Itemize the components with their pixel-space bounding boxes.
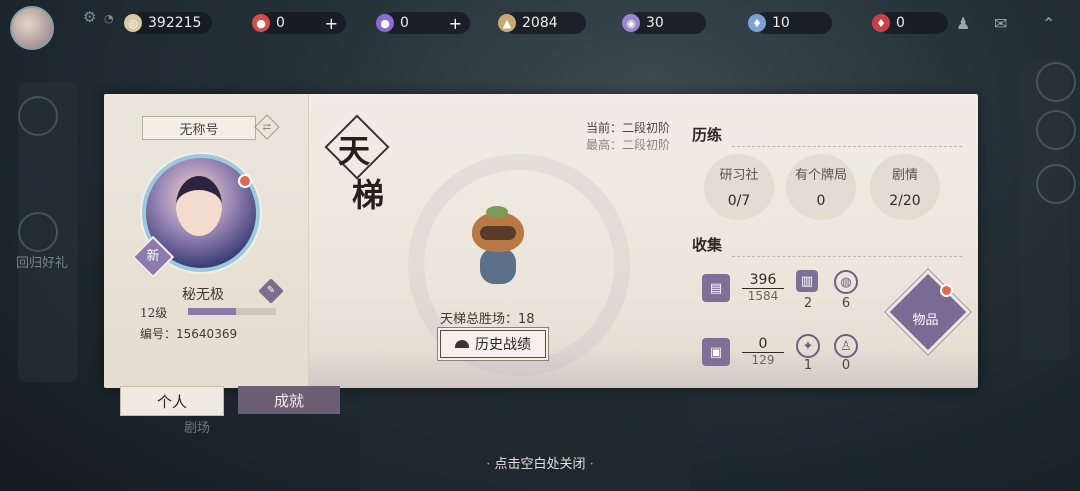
resource-value: 0 [896, 15, 905, 31]
stats-section: 历练 研习社 0/7 有个牌局 0 剧情 2/20 收集 ▤ 396 1584 … [678, 94, 978, 388]
ladder-logo: 天 梯 [324, 114, 390, 224]
background-return-icon [18, 212, 58, 252]
add-icon[interactable]: + [325, 14, 338, 33]
stamina-icon: ▲ [498, 14, 516, 32]
background-right-icon-3 [1036, 164, 1076, 204]
resource-jade: ◉ 30 [622, 12, 706, 34]
background-theater-label: 剧场 [184, 421, 211, 436]
history-record-button[interactable]: 历史战绩 [440, 330, 546, 358]
player-level: 12级 [140, 306, 168, 320]
resource-value: 0 [276, 15, 285, 31]
fan-icon [455, 340, 469, 348]
player-avatar[interactable] [10, 6, 54, 50]
history-record-label: 历史战绩 [475, 337, 531, 353]
close-hint[interactable]: · 点击空白处关闭 · [0, 453, 1080, 472]
background-return-label: 回归好礼 [16, 256, 69, 271]
resource-coin: ◎ 392215 [124, 12, 212, 34]
logo-char-2: 梯 [352, 176, 385, 214]
level-progress-bar [188, 308, 276, 315]
top-bar: ⚙ ◔ ◎ 392215 ● 0 + ● 0 + ▲ 2084 ◉ 30 ♦ 1… [0, 0, 1080, 50]
tab-achievement[interactable]: 成就 [238, 386, 340, 414]
resource-red-ticket: ♦ 0 [872, 12, 948, 34]
resource-purple-magatama: ● 0 + [376, 12, 470, 34]
profile-panel: 无称号 ⇄ 新 秘无极 ✎ 12级 编号：15640369 天 梯 当前：二段初… [104, 94, 978, 388]
mascot-body [480, 248, 516, 284]
title-plate[interactable]: 无称号 [142, 116, 256, 140]
ladder-section: 天 梯 当前：二段初阶 最高：二段初阶 天梯总胜场：18 历史战绩 [308, 94, 678, 388]
logo-char-1: 天 [338, 132, 371, 170]
dot-icon: · [589, 457, 594, 472]
notification-dot [940, 284, 953, 297]
training-story[interactable]: 剧情 2/20 [872, 164, 938, 209]
background-right-icon-1 [1036, 62, 1076, 102]
background-right-panel [1020, 60, 1070, 360]
mascot-mask [480, 226, 516, 240]
edit-icon[interactable]: ✎ [258, 278, 284, 304]
level-progress-fill [188, 308, 237, 315]
training-study-club[interactable]: 研习社 0/7 [706, 164, 772, 209]
skin-icon[interactable]: ▣ [702, 338, 730, 366]
rank-info: 当前：二段初阶 最高：二段初阶 [586, 120, 670, 154]
items-label: 物品 [912, 313, 939, 329]
resource-stamina: ▲ 2084 [498, 12, 586, 34]
flame-count: 1 [803, 358, 813, 373]
blue-ticket-icon: ♦ [748, 14, 766, 32]
card-book-icon[interactable]: ▤ [702, 274, 730, 302]
resource-value: 30 [646, 15, 664, 31]
resource-blue-ticket: ♦ 10 [748, 12, 832, 34]
deck-icon[interactable]: ▥ [796, 270, 818, 292]
figure-icon[interactable]: ♙ [834, 334, 858, 358]
person-icon[interactable]: ♟ [956, 14, 970, 33]
collection-title: 收集 [692, 236, 723, 254]
highest-rank: 最高：二段初阶 [585, 138, 670, 152]
coin-icon: ◎ [124, 14, 142, 32]
background-floor [360, 395, 690, 491]
resource-value: 392215 [148, 15, 202, 31]
tab-personal[interactable]: 个人 [120, 386, 224, 416]
leaf-icon [486, 206, 508, 218]
notification-dot [238, 174, 252, 188]
training-card-game[interactable]: 有个牌局 0 [788, 164, 854, 209]
seal-icon[interactable]: ◍ [834, 270, 858, 294]
collapse-icon[interactable]: ⌃ [1042, 14, 1055, 33]
player-uid: 编号：15640369 [140, 327, 238, 341]
add-icon[interactable]: + [449, 14, 462, 33]
purple-magatama-icon: ● [376, 14, 394, 32]
skins-collected: 0 129 [742, 336, 784, 367]
red-magatama-icon: ● [252, 14, 270, 32]
divider [732, 146, 962, 147]
resource-value: 2084 [522, 15, 558, 31]
flame-icon[interactable]: ✦ [796, 334, 820, 358]
character-face [176, 176, 222, 236]
gear-icon[interactable]: ⚙ [83, 8, 96, 26]
rank-mascot [462, 206, 534, 290]
resource-value: 10 [772, 15, 790, 31]
player-name: 秘无极 [182, 287, 224, 303]
training-title: 历练 [692, 126, 723, 144]
divider [732, 256, 962, 257]
resource-red-magatama: ● 0 + [252, 12, 346, 34]
switch-icon[interactable]: ⇄ [254, 114, 280, 140]
current-rank: 当前：二段初阶 [585, 121, 670, 135]
figure-count: 0 [841, 358, 851, 373]
dot-icon: · [486, 457, 491, 472]
deck-count: 2 [803, 296, 813, 311]
jade-icon: ◉ [622, 14, 640, 32]
seal-count: 6 [841, 296, 851, 311]
resource-value: 0 [400, 15, 409, 31]
items-button[interactable]: 物品 [885, 269, 971, 355]
red-ticket-icon: ♦ [872, 14, 890, 32]
total-wins: 天梯总胜场：18 [440, 312, 535, 327]
background-right-icon-2 [1036, 110, 1076, 150]
profile-card: 无称号 ⇄ 新 秘无极 ✎ 12级 编号：15640369 [104, 94, 309, 388]
cards-collected: 396 1584 [742, 272, 784, 303]
wifi-icon: ◔ [104, 12, 114, 25]
mail-icon[interactable]: ✉ [994, 14, 1007, 33]
background-event-icon [18, 96, 58, 136]
